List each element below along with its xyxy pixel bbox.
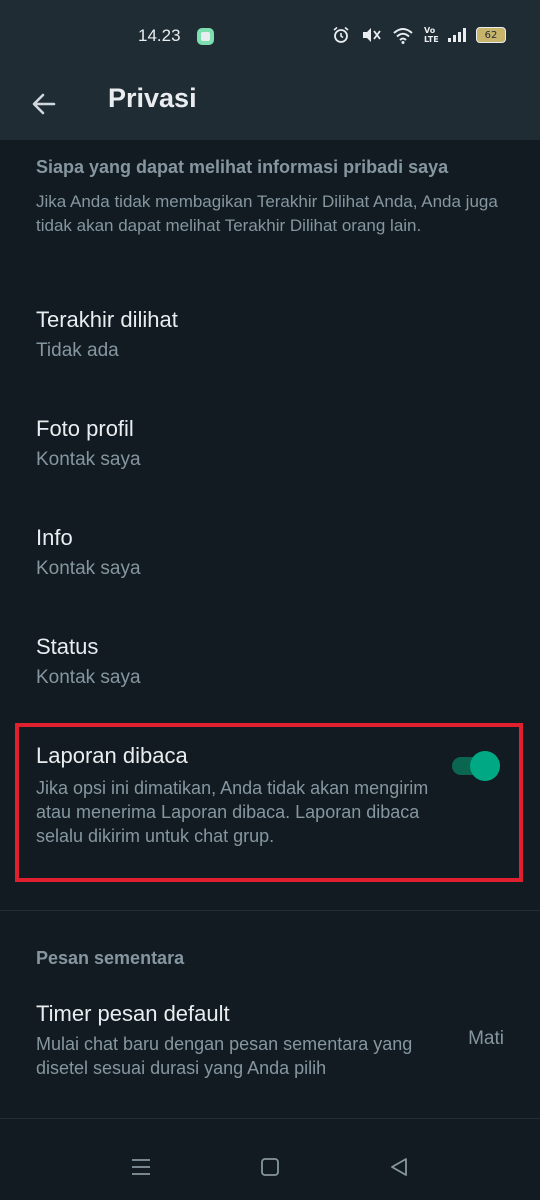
setting-label: Info bbox=[36, 525, 73, 550]
recent-apps-button[interactable] bbox=[126, 1152, 156, 1182]
setting-description: Mulai chat baru dengan pesan sementara y… bbox=[36, 1034, 413, 1078]
setting-description: Jika opsi ini dimatikan, Anda tidak akan… bbox=[36, 778, 429, 846]
read-receipts-toggle[interactable] bbox=[452, 750, 500, 781]
setting-value: Kontak saya bbox=[36, 558, 141, 579]
status-bar: 14.23 Vo LTE 62 bbox=[0, 0, 540, 72]
page-title: Privasi bbox=[108, 83, 197, 113]
triangle-back-icon bbox=[391, 1158, 407, 1176]
battery-level: 62 bbox=[484, 29, 498, 41]
menu-icon bbox=[132, 1159, 150, 1175]
section-description-personal-info: Jika Anda tidak membagikan Terakhir Dili… bbox=[36, 192, 498, 235]
section-heading-personal-info: Siapa yang dapat melihat informasi priba… bbox=[36, 157, 449, 177]
alarm-icon bbox=[333, 26, 349, 43]
section-divider bbox=[0, 910, 540, 911]
status-time: 14.23 bbox=[138, 26, 181, 45]
setting-value: Mati bbox=[468, 1028, 504, 1049]
setting-about[interactable]: Info Kontak saya bbox=[0, 498, 540, 604]
setting-last-seen[interactable]: Terakhir dilihat Tidak ada bbox=[0, 280, 540, 386]
setting-label: Status bbox=[36, 634, 99, 659]
setting-value: Kontak saya bbox=[36, 667, 141, 688]
mute-icon bbox=[363, 28, 381, 42]
setting-status[interactable]: Status Kontak saya bbox=[0, 607, 540, 713]
setting-value: Tidak ada bbox=[36, 340, 119, 361]
app-bar: Privasi bbox=[0, 72, 540, 140]
setting-label: Terakhir dilihat bbox=[36, 307, 178, 332]
square-icon bbox=[261, 1158, 279, 1176]
signal-icon bbox=[448, 28, 466, 42]
wifi-icon bbox=[393, 28, 413, 44]
back-button[interactable] bbox=[22, 82, 66, 126]
home-button[interactable] bbox=[255, 1152, 285, 1182]
app-notification-icon bbox=[197, 28, 214, 45]
toggle-thumb bbox=[470, 751, 500, 781]
setting-label: Laporan dibaca bbox=[36, 743, 188, 768]
section-heading-disappearing: Pesan sementara bbox=[36, 948, 185, 968]
section-divider bbox=[0, 1118, 540, 1119]
status-icons: Vo LTE 62 bbox=[332, 26, 506, 44]
setting-default-timer[interactable]: Timer pesan default Mulai chat baru deng… bbox=[0, 990, 540, 1120]
back-nav-button[interactable] bbox=[384, 1152, 414, 1182]
setting-label: Foto profil bbox=[36, 416, 134, 441]
setting-label: Timer pesan default bbox=[36, 1001, 230, 1026]
battery-icon: 62 bbox=[476, 27, 506, 43]
setting-value: Kontak saya bbox=[36, 449, 141, 470]
setting-profile-photo[interactable]: Foto profil Kontak saya bbox=[0, 389, 540, 495]
arrow-left-icon bbox=[32, 93, 56, 115]
volte-label: Vo LTE bbox=[424, 26, 439, 44]
system-nav-bar bbox=[0, 1132, 540, 1200]
